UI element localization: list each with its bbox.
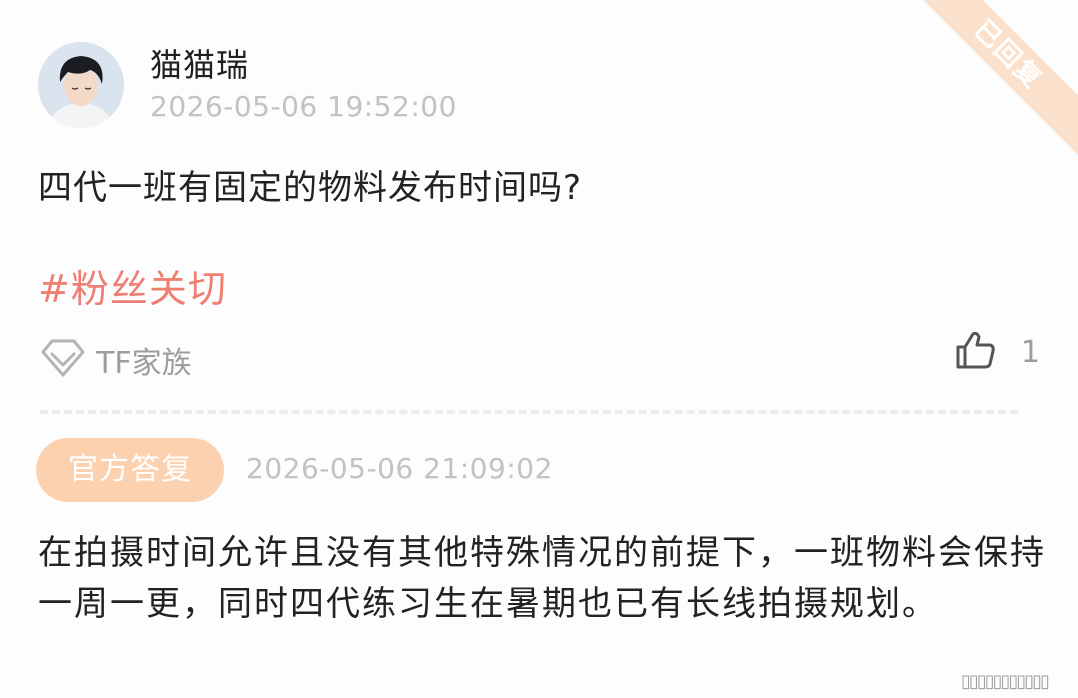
hashtag-link[interactable]: #粉丝关切 <box>38 258 227 313</box>
community-tag[interactable]: TF家族 <box>40 338 192 382</box>
thumbs-up-icon <box>955 330 997 374</box>
community-name: TF家族 <box>96 346 192 381</box>
author-name[interactable]: 猫猫瑞 <box>150 40 249 86</box>
section-divider <box>40 410 1018 414</box>
question-text: 四代一班有固定的物料发布时间吗? <box>38 168 583 208</box>
watermark: ▯▯▯▯▯▯▯▯▯▯▯ <box>961 671 1050 692</box>
replied-status-ribbon: 已回复 <box>901 0 1078 162</box>
avatar[interactable] <box>38 42 124 128</box>
reply-timestamp: 2026-05-06 21:09:02 <box>246 452 553 485</box>
post-timestamp: 2026-05-06 19:52:00 <box>150 90 457 123</box>
official-reply-badge: 官方答复 <box>36 438 224 502</box>
like-count: 1 <box>1020 334 1040 370</box>
qa-post-card: 猫猫瑞 2026-05-06 19:52:00 已回复 四代一班有固定的物料发布… <box>0 0 1078 698</box>
like-button[interactable]: 1 <box>955 330 1040 374</box>
reply-text: 在拍摄时间允许且没有其他特殊情况的前提下，一班物料会保持一周一更，同时四代练习生… <box>38 533 1046 624</box>
diamond-logo-icon <box>40 338 86 382</box>
